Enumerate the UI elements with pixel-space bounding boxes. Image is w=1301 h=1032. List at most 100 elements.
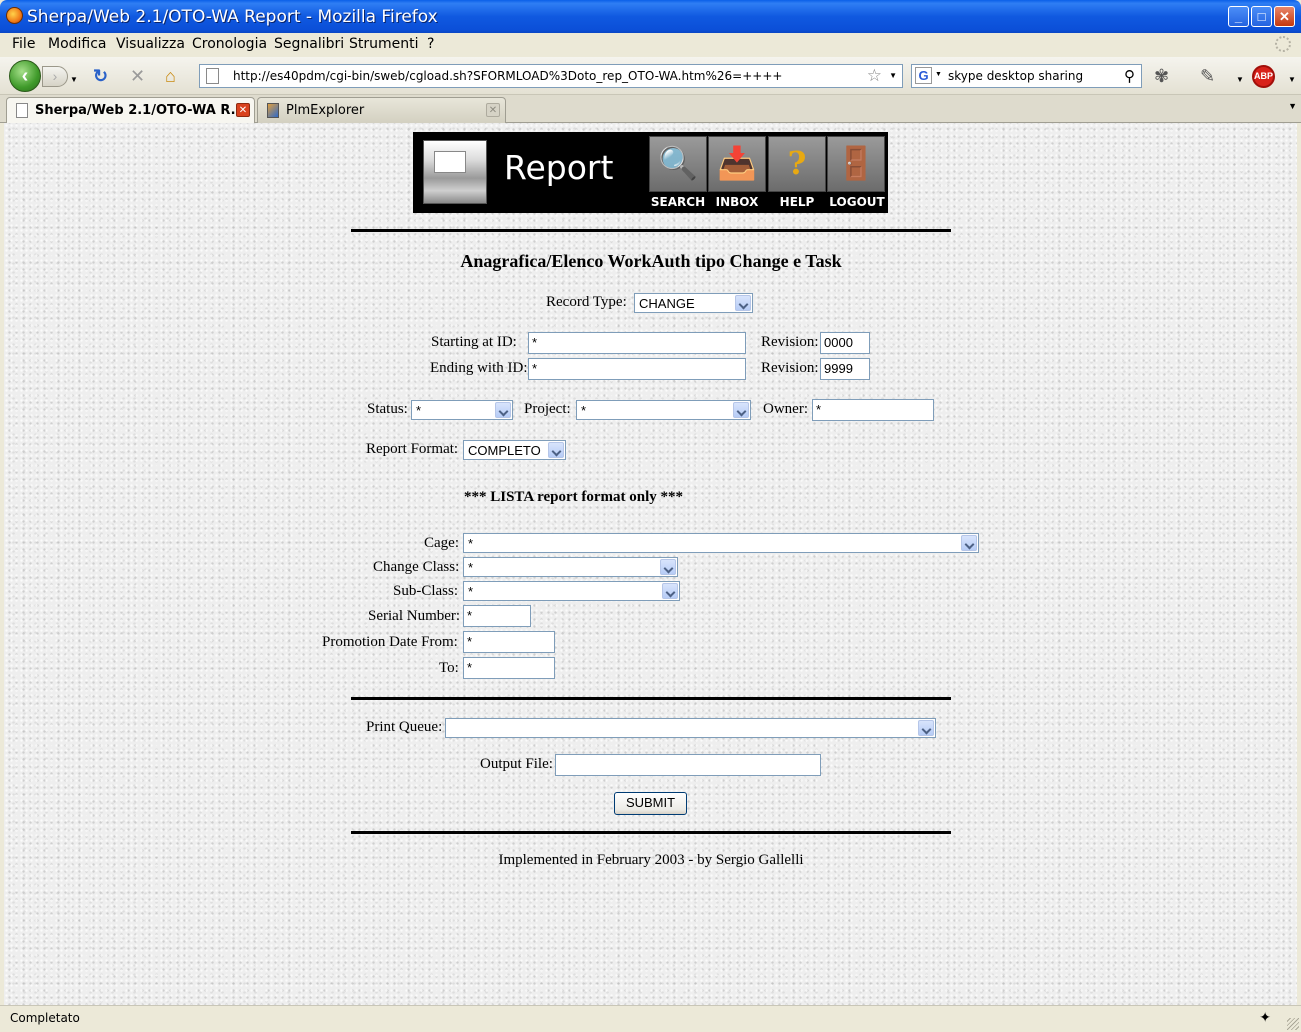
tab-list-icon[interactable]: ▼ xyxy=(1288,101,1297,111)
chevron-down-icon[interactable] xyxy=(961,535,977,551)
engine-dropdown-icon[interactable]: ▼ xyxy=(935,71,942,78)
logout-nav-button[interactable]: 🚪 xyxy=(827,136,885,192)
owner-label: Owner: xyxy=(763,401,808,417)
magic-wand-icon[interactable]: ✦ xyxy=(1259,1009,1271,1026)
report-format-select[interactable]: COMPLETO xyxy=(463,440,566,460)
inbox-nav-label[interactable]: INBOX xyxy=(707,195,767,209)
owner-input[interactable]: * xyxy=(812,399,934,421)
starting-revision-input[interactable]: 0000 xyxy=(820,332,870,354)
close-tab-icon[interactable]: ✕ xyxy=(236,103,250,117)
magnifier-icon: 🔍 xyxy=(658,145,698,181)
output-file-label: Output File: xyxy=(480,756,553,772)
starting-revision-label: Revision: xyxy=(761,334,819,350)
adblock-plus-icon[interactable]: ABP xyxy=(1252,65,1275,88)
chevron-down-icon[interactable] xyxy=(662,583,678,599)
minimize-button[interactable]: _ xyxy=(1228,6,1249,27)
search-text[interactable]: skype desktop sharing xyxy=(948,69,1083,83)
cage-select[interactable]: * xyxy=(463,533,979,553)
cage-value: * xyxy=(468,536,474,551)
throbber-icon xyxy=(1275,36,1291,52)
chevron-down-icon[interactable] xyxy=(918,720,934,736)
help-nav-label[interactable]: HELP xyxy=(767,195,827,209)
report-banner: Report 🔍 SEARCH 📥 INBOX ? HELP 🚪 LOGOUT xyxy=(413,132,888,213)
door-icon: 🚪 xyxy=(836,145,876,181)
close-window-button[interactable]: ✕ xyxy=(1274,6,1295,27)
stop-icon[interactable]: ✕ xyxy=(130,66,145,86)
menu-help[interactable]: ? xyxy=(427,36,434,52)
change-class-select[interactable]: * xyxy=(463,557,678,577)
chevron-down-icon[interactable] xyxy=(733,402,749,418)
output-file-input[interactable] xyxy=(555,754,821,776)
reload-icon[interactable]: ↻ xyxy=(93,66,108,86)
help-nav-button[interactable]: ? xyxy=(768,136,826,192)
page-icon xyxy=(206,68,219,84)
abp-dropdown-icon[interactable]: ▼ xyxy=(1288,70,1296,90)
maximize-button[interactable]: □ xyxy=(1251,6,1272,27)
inbox-nav-button[interactable]: 📥 xyxy=(708,136,766,192)
status-text: Completato xyxy=(10,1011,80,1025)
resize-grip[interactable] xyxy=(1287,1018,1299,1030)
menu-segnalibri[interactable]: Segnalibri xyxy=(274,36,344,52)
search-box[interactable]: G ▼ skype desktop sharing ⚲ xyxy=(911,64,1142,88)
plm-page-icon xyxy=(267,103,279,118)
tab-plmexplorer[interactable]: PlmExplorer ✕ xyxy=(257,97,506,123)
status-label: Status: xyxy=(367,401,408,417)
tab-strip: Sherpa/Web 2.1/OTO-WA R... ✕ PlmExplorer… xyxy=(0,95,1301,123)
chevron-down-icon[interactable] xyxy=(660,559,676,575)
banner-title: Report xyxy=(504,148,614,187)
report-format-value: COMPLETO xyxy=(468,443,541,458)
home-icon[interactable]: ⌂ xyxy=(165,66,176,86)
tab-sherpa-report[interactable]: Sherpa/Web 2.1/OTO-WA R... ✕ xyxy=(6,97,255,123)
change-class-label: Change Class: xyxy=(373,559,460,575)
addon-icon[interactable]: ✾ xyxy=(1154,66,1169,86)
question-mark-icon: ? xyxy=(787,144,807,182)
submit-button[interactable]: SUBMIT xyxy=(614,792,687,815)
search-icon[interactable]: ⚲ xyxy=(1124,67,1135,85)
menu-bar: File Modifica Visualizza Cronologia Segn… xyxy=(0,33,1301,57)
back-button[interactable]: ‹ xyxy=(9,60,41,92)
divider xyxy=(351,697,951,700)
printer-icon xyxy=(423,140,487,204)
serial-number-input[interactable]: * xyxy=(463,605,531,627)
forward-button[interactable]: › xyxy=(42,66,68,87)
sub-class-select[interactable]: * xyxy=(463,581,680,601)
history-dropdown-icon[interactable]: ▼ xyxy=(70,70,78,90)
url-text[interactable]: http://es40pdm/cgi-bin/sweb/cgload.sh?SF… xyxy=(233,69,782,83)
close-tab-icon[interactable]: ✕ xyxy=(486,103,500,117)
footer-text: Implemented in February 2003 - by Sergio… xyxy=(498,852,804,868)
change-class-value: * xyxy=(468,560,474,575)
chevron-down-icon[interactable] xyxy=(735,295,751,311)
status-select[interactable]: * xyxy=(411,400,513,420)
url-dropdown-icon[interactable]: ▼ xyxy=(889,71,897,80)
notes-icon[interactable]: ✎ xyxy=(1200,66,1215,86)
promotion-date-from-input[interactable]: * xyxy=(463,631,555,653)
chevron-down-icon[interactable] xyxy=(495,402,511,418)
logout-nav-label[interactable]: LOGOUT xyxy=(827,195,887,209)
project-select[interactable]: * xyxy=(576,400,751,420)
project-value: * xyxy=(581,403,587,418)
google-engine-icon[interactable]: G xyxy=(915,67,932,84)
chevron-down-icon[interactable] xyxy=(548,442,564,458)
promotion-date-from-label: Promotion Date From: xyxy=(322,634,458,650)
ending-id-input[interactable]: * xyxy=(528,358,746,380)
tab-label: PlmExplorer xyxy=(286,103,365,118)
search-nav-button[interactable]: 🔍 xyxy=(649,136,707,192)
promotion-date-to-input[interactable]: * xyxy=(463,657,555,679)
page-icon xyxy=(16,103,28,118)
menu-file[interactable]: File xyxy=(12,36,35,52)
form-heading: Anagrafica/Elenco WorkAuth tipo Change e… xyxy=(460,251,842,271)
menu-modifica[interactable]: Modifica xyxy=(48,36,107,52)
record-type-select[interactable]: CHANGE xyxy=(634,293,753,313)
notes-dropdown-icon[interactable]: ▼ xyxy=(1236,70,1244,90)
firefox-logo-icon xyxy=(6,7,23,24)
url-bar[interactable]: http://es40pdm/cgi-bin/sweb/cgload.sh?SF… xyxy=(199,64,903,88)
search-nav-label[interactable]: SEARCH xyxy=(648,195,708,209)
ending-revision-input[interactable]: 9999 xyxy=(820,358,870,380)
print-queue-select[interactable] xyxy=(445,718,936,738)
menu-visualizza[interactable]: Visualizza xyxy=(116,36,185,52)
menu-strumenti[interactable]: Strumenti xyxy=(349,36,419,52)
menu-cronologia[interactable]: Cronologia xyxy=(192,36,267,52)
window-title: Sherpa/Web 2.1/OTO-WA Report - Mozilla F… xyxy=(27,7,438,27)
bookmark-star-icon[interactable]: ☆ xyxy=(867,66,882,86)
starting-id-input[interactable]: * xyxy=(528,332,746,354)
